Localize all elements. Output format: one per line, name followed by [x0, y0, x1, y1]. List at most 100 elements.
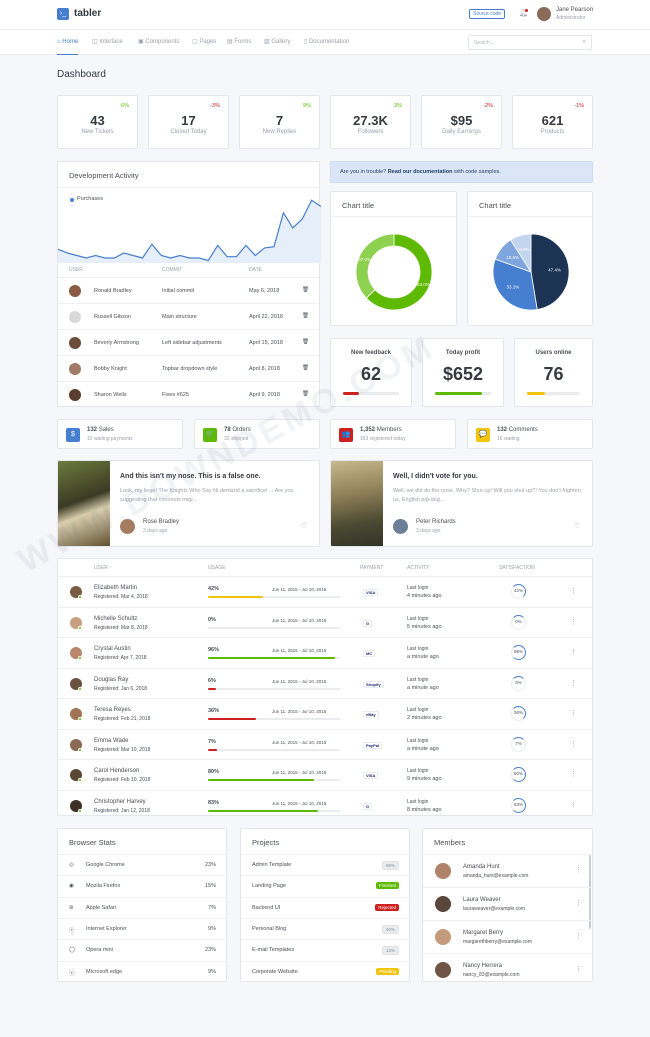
col-satisfaction: Satisfaction [499, 565, 535, 571]
small-stat-card: 💬 132 Comments 16 waiting [467, 419, 593, 449]
alert-docs-link[interactable]: Read our documentation [388, 169, 453, 175]
user-registered: Registered: Feb 10, 2018 [94, 777, 151, 783]
col-commit: Commit [162, 267, 183, 273]
project-name[interactable]: Landing Page [252, 883, 286, 889]
payment-icon: G [363, 619, 373, 627]
search-icon: ⌕ [582, 39, 586, 45]
page-title: Dashboard [57, 69, 106, 80]
post-author[interactable]: Rose Bradley [143, 519, 179, 525]
brand-name[interactable]: tabler [74, 8, 101, 19]
more-vertical-icon[interactable]: ⋮ [570, 709, 577, 717]
satisfaction-ring: 96% [511, 645, 526, 660]
search-input[interactable]: Search… ⌕ [468, 35, 592, 50]
trash-icon[interactable]: 🗑︎ [302, 391, 309, 397]
member-name[interactable]: Margaret Berry [463, 930, 503, 936]
satisfaction-ring: 42% [511, 584, 526, 599]
stat-change: -3% [210, 103, 220, 109]
more-vertical-icon[interactable]: ⋮ [570, 679, 577, 687]
user-name: Carol Henderson [94, 768, 140, 774]
commit-date: April 22, 2018 [249, 314, 283, 320]
small-stat-title: 1,352 Members [360, 427, 402, 433]
browser-row: ◉ Mozila Firefox 15% [58, 875, 226, 896]
more-vertical-icon[interactable]: ⋮ [575, 932, 582, 940]
more-vertical-icon[interactable]: ⋮ [575, 965, 582, 973]
mini-stat-progress [435, 392, 491, 395]
mini-stat-title: Today profit [445, 350, 481, 356]
usage-range: Jun 11, 2015 - Jul 10, 2015 [272, 617, 327, 623]
project-name[interactable]: Admin Template [252, 862, 291, 868]
last-login-time: 5 minutes ago [407, 623, 442, 630]
nav-documentation[interactable]: ▯ Documentation [304, 30, 349, 55]
browser-percent: 23% [204, 862, 216, 868]
user-row: Elizabeth Martin Registered: Mar 4, 2018 4… [58, 576, 592, 606]
trash-icon[interactable]: 🗑︎ [302, 339, 309, 345]
usage-range: Jun 11, 2015 - Jul 10, 2015 [272, 800, 327, 806]
more-vertical-icon[interactable]: ⋮ [570, 618, 577, 626]
user-row: Crystal Austin Registered: Apr 7, 2018 96%… [58, 637, 592, 667]
slice-label: 10.5% [506, 255, 519, 260]
online-status-dot [78, 656, 82, 660]
last-login-time: 9 minutes ago [407, 776, 442, 782]
brand-logo-icon[interactable]: ›_ [57, 8, 69, 20]
member-name[interactable]: Amanda Hunt [463, 864, 500, 870]
author-avatar [120, 519, 135, 534]
avatar [69, 311, 81, 323]
user-name[interactable]: Jane Pearson [556, 7, 593, 13]
usage-fill [208, 779, 314, 781]
project-name[interactable]: E-mail Templates [252, 947, 294, 953]
member-avatar [435, 896, 451, 912]
more-vertical-icon[interactable]: ⋮ [570, 648, 577, 656]
mini-stat-card: Users online 76 [514, 338, 593, 407]
more-vertical-icon[interactable]: ⋮ [570, 801, 577, 809]
project-row: Personal Blog 40% [241, 917, 409, 939]
project-name[interactable]: Corporate Website [252, 969, 298, 975]
user-avatar[interactable] [537, 7, 551, 21]
nav-components[interactable]: ▣ Components [138, 30, 179, 55]
project-name[interactable]: Personal Blog [252, 926, 286, 932]
member-avatar [435, 929, 451, 945]
post-title[interactable]: Well, I didn't vote for you. [393, 473, 478, 480]
post-time: 3 days ago [416, 528, 441, 534]
nav-interface[interactable]: ◫ Interface [92, 30, 123, 55]
browser-row: ◯ Opera mini 23% [58, 939, 226, 960]
nav-gallery[interactable]: ▧ Gallery [264, 30, 290, 55]
trash-icon[interactable]: 🗑︎ [302, 313, 309, 319]
progress-fill [343, 392, 359, 395]
browser-percent: 15% [204, 883, 216, 890]
progress-fill [527, 392, 546, 395]
more-vertical-icon[interactable]: ⋮ [575, 866, 582, 874]
nav-forms[interactable]: ▤ Forms [227, 30, 251, 55]
heart-icon[interactable]: ♡ [574, 522, 580, 530]
trash-icon[interactable]: 🗑︎ [302, 287, 309, 293]
browser-icon: ⓔ [69, 927, 75, 934]
post-image[interactable] [58, 461, 110, 546]
payment-icon: PayPal [363, 741, 383, 749]
project-name[interactable]: Backend UI [252, 905, 280, 911]
members-title: Members [434, 838, 466, 847]
browser-icon: ◎ [69, 862, 74, 868]
last-login-label: Last login [407, 798, 429, 805]
heart-icon[interactable]: ♡ [301, 522, 307, 530]
trash-icon[interactable]: 🗑︎ [302, 365, 309, 371]
more-vertical-icon[interactable]: ⋮ [570, 770, 577, 778]
post-image[interactable] [331, 461, 383, 546]
post-body: Look, my liege! The Knights Who Say Ni d… [120, 488, 294, 503]
more-vertical-icon[interactable]: ⋮ [570, 740, 577, 748]
nav-home-label: Home [62, 39, 79, 45]
post-title[interactable]: And this isn't my nose. This is a false … [120, 473, 261, 480]
small-stat-title: 132 Comments [497, 427, 538, 433]
satisfaction-ring: 80% [511, 767, 526, 782]
nav-home[interactable]: ⌂ Home [57, 30, 79, 55]
col-usage: Usage [208, 565, 226, 571]
source-code-button[interactable]: Source code [469, 9, 506, 19]
member-name[interactable]: Laura Weaver [463, 897, 501, 903]
nav-pages[interactable]: ▢ Pages [192, 30, 216, 55]
payment-icon: VISA [363, 589, 379, 596]
post-author[interactable]: Peter Richards [416, 519, 456, 525]
usage-percent: 83% [208, 799, 220, 806]
user-registered: Registered: Apr 7, 2018 [94, 655, 147, 661]
more-vertical-icon[interactable]: ⋮ [575, 899, 582, 907]
usage-bar [208, 809, 340, 812]
more-vertical-icon[interactable]: ⋮ [570, 587, 577, 595]
member-name[interactable]: Nancy Herrera [463, 963, 502, 969]
